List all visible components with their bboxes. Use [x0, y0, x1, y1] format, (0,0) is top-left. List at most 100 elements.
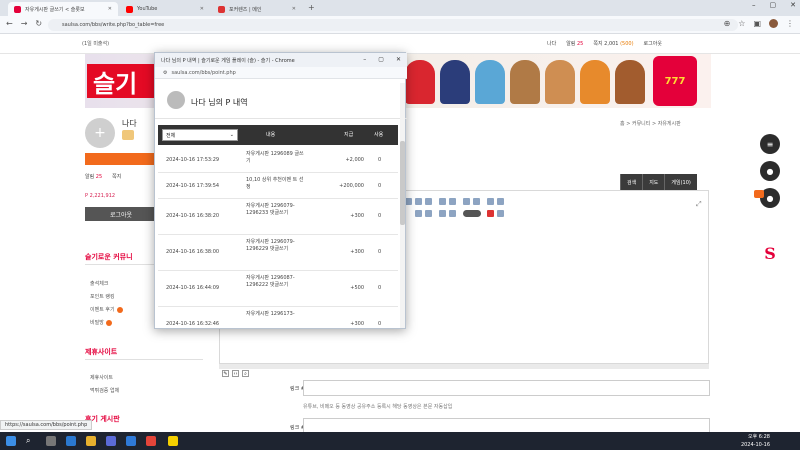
- emoji-icon[interactable]: [439, 210, 446, 217]
- address-bar[interactable]: saulsa.com/bbs/write.php?bo_table=free: [48, 19, 738, 31]
- file-explorer-icon[interactable]: [86, 436, 96, 446]
- minimize-icon[interactable]: –: [752, 1, 756, 9]
- floating-menu-button[interactable]: ≡: [760, 134, 780, 154]
- floating-user-button[interactable]: ●: [760, 161, 780, 181]
- link1-input[interactable]: [303, 380, 710, 396]
- close-window-icon[interactable]: ✕: [790, 1, 796, 9]
- back-icon[interactable]: ←: [6, 19, 13, 28]
- popup-window-controls: – ▢ ✕: [363, 56, 401, 63]
- editor-resize-handle[interactable]: [219, 364, 709, 369]
- topbar-level[interactable]: 알림 25: [566, 40, 583, 47]
- topbar-username[interactable]: 나다: [547, 40, 556, 47]
- image-icon[interactable]: [415, 210, 422, 217]
- popup-window-title: 나다 님의 P 내역 | 슬기로운 게임 플레이 (슬) - 슬기 - Chro…: [161, 57, 295, 64]
- site-info-icon[interactable]: ⚙: [163, 70, 167, 76]
- popup-scroll-thumb[interactable]: [400, 141, 405, 225]
- site-favicon-icon: [218, 5, 225, 13]
- unlink-icon[interactable]: [497, 198, 504, 205]
- profile-avatar-icon[interactable]: [769, 19, 778, 28]
- close-tab-icon[interactable]: ✕: [292, 6, 296, 12]
- browser-tab-active[interactable]: 자유게시판 글쓰기 < 슬롯보 ✕: [8, 2, 118, 16]
- stat-label: 쪽지: [112, 174, 122, 180]
- sidebar-item-attendance[interactable]: 출석체크: [90, 280, 123, 287]
- browser-tab-pokerlens[interactable]: 포커렌즈 | 메인 ✕: [212, 2, 302, 16]
- file-icon[interactable]: [425, 210, 432, 217]
- zoom-icon[interactable]: ⊕: [724, 19, 731, 28]
- link-icon[interactable]: [487, 198, 494, 205]
- kakaotalk-icon[interactable]: [168, 436, 178, 446]
- store-icon[interactable]: [106, 436, 116, 446]
- mail-icon[interactable]: [126, 436, 136, 446]
- logout-button[interactable]: 로그아웃: [85, 207, 157, 221]
- edit-mode-icon[interactable]: ✎: [222, 370, 229, 377]
- sidebar-item-event-review[interactable]: 이벤트 후기: [90, 306, 123, 313]
- maximize-icon[interactable]: ▢: [770, 1, 777, 9]
- row-balance: 0: [378, 157, 382, 163]
- bold-icon[interactable]: [405, 198, 412, 205]
- level-label: 알림: [566, 41, 576, 47]
- mascot-image: [580, 60, 610, 104]
- stat-alerts[interactable]: 알림 25: [85, 173, 102, 180]
- underline-icon[interactable]: [425, 198, 432, 205]
- row-content[interactable]: 자유게시판 1296079- 1296229 댓글쓰기: [246, 239, 308, 253]
- expand-editor-icon[interactable]: ⤢: [696, 200, 702, 209]
- close-window-icon[interactable]: ✕: [396, 56, 401, 63]
- menu-label: 비밀방: [90, 320, 104, 326]
- topbar-points[interactable]: 쪽지 2,001 (500): [593, 40, 633, 47]
- source-icon[interactable]: [497, 210, 504, 217]
- minimize-icon[interactable]: –: [363, 56, 366, 63]
- taskbar-clock[interactable]: 오후 6:28 2024-10-16: [741, 434, 770, 449]
- chrome-icon[interactable]: [146, 436, 156, 446]
- close-tab-icon[interactable]: ✕: [108, 6, 112, 12]
- mascot-image: [510, 60, 540, 104]
- row-amount: +500: [350, 285, 364, 291]
- close-tab-icon[interactable]: ✕: [200, 6, 204, 12]
- sidebar-item-partners[interactable]: 제휴사이트: [90, 374, 119, 381]
- start-icon[interactable]: [6, 436, 16, 446]
- site-s-logo-icon[interactable]: S: [760, 243, 780, 263]
- row-content[interactable]: 자유게시판 1296173-: [246, 311, 308, 318]
- sidebar-item-point-ranking[interactable]: 포인트 랭킹: [90, 293, 123, 300]
- table-row: 2024-10-16 17:53:29 자유게시판 1296089 글쓰기 +2…: [158, 147, 398, 173]
- browser-tab-youtube[interactable]: YouTube ✕: [120, 2, 210, 16]
- task-view-icon[interactable]: [46, 436, 56, 446]
- search-icon[interactable]: ⌕: [26, 436, 36, 446]
- menu-kebab-icon[interactable]: ⋮: [786, 19, 794, 28]
- row-content[interactable]: 10,10 상위 추천이벤 트 선정: [246, 177, 308, 191]
- extensions-icon[interactable]: ▣: [753, 19, 761, 28]
- row-content[interactable]: 자유게시판 1296079- 1296233 댓글쓰기: [246, 203, 308, 217]
- site-logo[interactable]: 슬기: [87, 64, 157, 98]
- user-avatar[interactable]: +: [85, 118, 115, 148]
- tab-search[interactable]: 검색: [620, 174, 643, 190]
- edge-icon[interactable]: [66, 436, 76, 446]
- preview-icon[interactable]: [463, 210, 481, 217]
- row-date: 2024-10-16 16:32:46: [166, 321, 220, 327]
- row-amount: +300: [350, 213, 364, 219]
- table-row: 2024-10-16 16:38:00 자유게시판 1296079- 12962…: [158, 235, 398, 271]
- topbar-logout-link[interactable]: 로그아웃: [644, 40, 662, 47]
- popup-address-bar[interactable]: ⚙ saulsa.com/bbs/point.php: [155, 67, 407, 79]
- stat-messages[interactable]: 쪽지: [112, 173, 121, 180]
- row-content[interactable]: 자유게시판 1296087- 1296222 댓글쓰기: [246, 275, 308, 289]
- italic-icon[interactable]: [415, 198, 422, 205]
- filter-select[interactable]: 전체 ⌄: [162, 129, 238, 141]
- reload-icon[interactable]: ↻: [35, 19, 42, 28]
- code-icon[interactable]: [473, 198, 480, 205]
- sidebar-item-secret[interactable]: 비밀방: [90, 319, 123, 326]
- tab-map[interactable]: 지도: [642, 174, 665, 190]
- profile-points[interactable]: P 2,221,912: [85, 193, 115, 199]
- bookmark-star-icon[interactable]: ☆: [738, 19, 745, 28]
- align-icon[interactable]: [439, 198, 446, 205]
- tab-game[interactable]: 게임(10): [664, 174, 697, 190]
- forward-icon[interactable]: →: [21, 19, 28, 28]
- youtube-embed-icon[interactable]: [487, 210, 494, 217]
- new-tab-icon[interactable]: +: [308, 3, 315, 12]
- preview-mode-icon[interactable]: ⌕: [242, 370, 249, 377]
- html-mode-icon[interactable]: ‹›: [232, 370, 239, 377]
- list-icon[interactable]: [449, 198, 456, 205]
- row-content[interactable]: 자유게시판 1296089 글쓰기: [246, 151, 308, 165]
- maximize-icon[interactable]: ▢: [378, 56, 384, 63]
- table-icon[interactable]: [463, 198, 470, 205]
- media-icon[interactable]: [449, 210, 456, 217]
- sidebar-item-verification[interactable]: 먹튀검증 업체: [90, 387, 119, 394]
